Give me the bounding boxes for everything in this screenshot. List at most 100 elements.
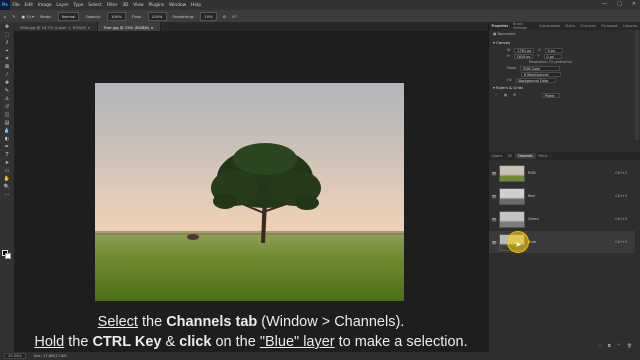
menu-image[interactable]: Image: [35, 3, 54, 8]
caption-line-1: Select the Channels tab (Window > Channe…: [97, 314, 405, 330]
flow-field[interactable]: 100%: [147, 11, 167, 21]
grid-icon[interactable]: ▦: [504, 93, 507, 97]
mode-select[interactable]: Normal: [57, 11, 80, 21]
channel-row-rgb[interactable]: 👁 RGB Ctrl+2: [489, 162, 635, 184]
visibility-eye-icon[interactable]: 👁: [489, 240, 499, 245]
properties-panel-tabs: Properties Brush Settings Adjustments St…: [489, 22, 640, 30]
tree-photo[interactable]: [95, 83, 404, 301]
canvas-y-field[interactable]: 0 px: [543, 53, 562, 59]
ruler-icon[interactable]: ⌐: [495, 93, 498, 97]
load-selection-icon[interactable]: ◌: [598, 343, 602, 348]
ruler-units-select[interactable]: Pixels: [541, 92, 560, 98]
pen-tool-icon[interactable]: ✒: [2, 143, 12, 150]
fill-select[interactable]: Background Color: [515, 77, 556, 83]
tab-3d[interactable]: 3D: [505, 154, 515, 158]
gear-icon[interactable]: ⚙: [223, 14, 226, 19]
tab-brush-settings[interactable]: Brush Settings: [511, 22, 537, 30]
marquee-tool-icon[interactable]: ⬚: [2, 31, 12, 38]
tab-tree-jpg[interactable]: Tree.jpg @ 25% (RGB/8) ×: [97, 22, 161, 31]
delete-channel-icon[interactable]: 🗑: [627, 343, 632, 348]
tab-layers[interactable]: Layers: [489, 154, 505, 158]
smoothing-label: Smoothing:: [172, 13, 195, 19]
zoom-level[interactable]: 25.04%: [4, 353, 26, 359]
mouse-cursor-icon: ➤: [515, 240, 522, 249]
quick-select-tool-icon[interactable]: ⌖: [2, 47, 12, 54]
tab-paragraph[interactable]: Paragraph: [599, 24, 621, 28]
eyedropper-tool-icon[interactable]: ⁄: [2, 71, 12, 78]
menu-select[interactable]: Select: [86, 3, 104, 8]
menu-file[interactable]: File: [10, 3, 22, 8]
more-tools-icon[interactable]: ⋯: [2, 191, 12, 198]
brush-tool-icon[interactable]: ✎: [2, 87, 12, 94]
path-selection-tool-icon[interactable]: ➤: [2, 159, 12, 166]
canvas-area[interactable]: [14, 31, 488, 352]
gradient-tool-icon[interactable]: ▤: [2, 119, 12, 126]
channel-row-red[interactable]: 👁 Red Ctrl+3: [489, 185, 635, 207]
menu-window[interactable]: Window: [167, 3, 189, 8]
menu-filter[interactable]: Filter: [104, 3, 120, 8]
menu-3d[interactable]: 3D: [120, 3, 131, 8]
eraser-tool-icon[interactable]: ◫: [2, 111, 12, 118]
options-bar: ⌂ ✎ ● 13 ▾ Mode: Normal Opacity: 100% Fl…: [0, 10, 640, 22]
opacity-field[interactable]: 100%: [107, 11, 126, 21]
close-button[interactable]: ✕: [632, 1, 636, 7]
menu-help[interactable]: Help: [189, 3, 204, 8]
visibility-eye-icon[interactable]: 👁: [489, 217, 499, 222]
caption-line-2: Hold the CTRL Key & click on the "Blue" …: [34, 334, 468, 350]
visibility-eye-icon[interactable]: 👁: [489, 171, 499, 176]
tutorial-caption: Select the Channels tab (Window > Channe…: [14, 312, 488, 352]
brush-tool-icon[interactable]: ✎: [12, 14, 15, 19]
photoshop-logo: Ps: [0, 0, 10, 10]
tab-wild-jpg[interactable]: Wild.jpg @ 16.7% (Layer 1, RGB/8) ×: [14, 22, 98, 31]
zoom-tool-icon[interactable]: 🔍: [2, 183, 12, 190]
move-tool-icon[interactable]: ✥: [2, 23, 12, 30]
document-section: ▣ Document: [489, 30, 640, 38]
tab-adjustments[interactable]: Adjustments: [537, 24, 563, 28]
maximize-button[interactable]: □: [617, 1, 622, 7]
bit-depth-select[interactable]: 8 Bits/Channel: [521, 71, 561, 77]
home-icon[interactable]: ⌂: [4, 14, 6, 19]
hand-tool-icon[interactable]: ✋: [2, 175, 12, 182]
canvas-height-field[interactable]: 1619 px: [513, 53, 534, 59]
type-tool-icon[interactable]: T: [2, 151, 12, 158]
color-mode-select[interactable]: RGB Color: [520, 65, 561, 71]
background-color-swatch[interactable]: [5, 253, 11, 259]
menu-view[interactable]: View: [131, 3, 146, 8]
rectangle-tool-icon[interactable]: ▭: [2, 167, 12, 174]
guides-icon[interactable]: ⊞: [513, 93, 516, 97]
document-label: Document: [497, 32, 516, 36]
new-channel-icon[interactable]: ＋: [617, 342, 621, 348]
tools-panel: ✥ ⬚ ℓ ⌖ ⌗ ⊠ ⁄ ✚ ✎ ♙ ↺ ◫ ▤ 💧 ◐ ✒ T ➤ ▭ ✋ …: [0, 22, 14, 352]
rulers-section-title[interactable]: ▾ Rulers & Grids: [489, 83, 640, 92]
visibility-eye-icon[interactable]: 👁: [489, 194, 499, 199]
tab-libraries[interactable]: Libraries: [621, 24, 640, 28]
canvas-width-field[interactable]: 2761 px: [514, 47, 535, 53]
crop-tool-icon[interactable]: ⌗: [2, 55, 12, 62]
clone-stamp-tool-icon[interactable]: ♙: [2, 95, 12, 102]
channel-row-green[interactable]: 👁 Green Ctrl+4: [489, 208, 635, 230]
menu-edit[interactable]: Edit: [22, 3, 35, 8]
menu-layer[interactable]: Layer: [54, 3, 71, 8]
lasso-tool-icon[interactable]: ℓ: [2, 39, 12, 46]
brush-preset-picker[interactable]: ● 13 ▾: [22, 14, 34, 19]
smoothing-field[interactable]: 10%: [200, 11, 217, 21]
dodge-tool-icon[interactable]: ◐: [2, 135, 12, 142]
angle-field[interactable]: 0°: [232, 14, 236, 19]
save-selection-icon[interactable]: ◘: [608, 343, 611, 348]
tab-channels[interactable]: Channels: [514, 153, 536, 159]
tab-styles[interactable]: Styles: [563, 24, 578, 28]
tab-character[interactable]: Character: [578, 24, 599, 28]
properties-scrollbar[interactable]: [635, 30, 639, 140]
history-brush-tool-icon[interactable]: ↺: [2, 103, 12, 110]
menu-plugins[interactable]: Plugins: [146, 3, 167, 8]
tab-properties[interactable]: Properties: [489, 24, 511, 28]
minimize-button[interactable]: —: [602, 1, 607, 7]
canvas-section-title[interactable]: ▾ Canvas: [489, 38, 640, 47]
frame-tool-icon[interactable]: ⊠: [2, 63, 12, 70]
tab-paths[interactable]: Paths: [536, 154, 550, 158]
blur-tool-icon[interactable]: 💧: [2, 127, 12, 134]
canvas-x-field[interactable]: 0 px: [544, 47, 563, 53]
menu-type[interactable]: Type: [71, 3, 86, 8]
document-size: Doc: 17.8M/17.8M: [33, 354, 67, 358]
healing-brush-tool-icon[interactable]: ✚: [2, 79, 12, 86]
